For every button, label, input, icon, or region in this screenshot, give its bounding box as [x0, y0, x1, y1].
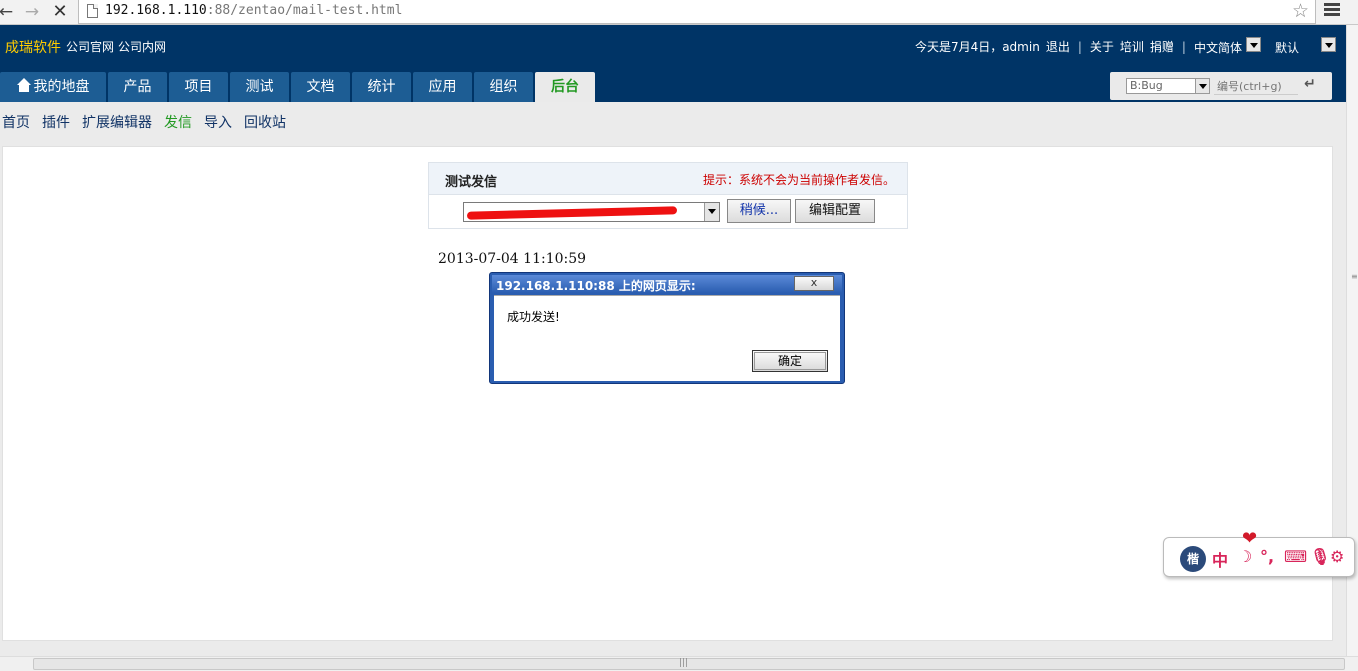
- app-header: 成瑞软件 公司官网 公司内网 今天是7月4日，admin 退出 | 关于 培训 捐…: [0, 25, 1346, 102]
- tab-report[interactable]: 统计: [352, 72, 411, 102]
- dialog-body: 成功发送! 确定: [494, 295, 840, 381]
- scroll-grip-icon: |||: [679, 658, 689, 668]
- chevron-down-icon: [704, 203, 719, 221]
- scroll-thumb[interactable]: |||: [33, 658, 1345, 670]
- tab-admin[interactable]: 后台: [535, 72, 595, 102]
- panel-header: 测试发信 提示：系统不会为当前操作者发信。: [429, 163, 907, 195]
- bookmark-star-icon[interactable]: ☆: [1292, 0, 1309, 22]
- address-bar[interactable]: 192.168.1.110:88/zentao/mail-test.html ☆: [78, 0, 1316, 24]
- browser-toolbar: ← → ✕ 192.168.1.110:88/zentao/mail-test.…: [0, 0, 1358, 25]
- brand-logo[interactable]: 成瑞软件: [5, 37, 61, 57]
- tab-app[interactable]: 应用: [413, 72, 472, 102]
- ok-button[interactable]: 确定: [752, 350, 828, 372]
- url-path: :88/zentao/mail-test.html: [206, 3, 403, 18]
- tab-label: 文档: [306, 79, 335, 95]
- logout-link[interactable]: 退出: [1046, 38, 1070, 55]
- ime-toolbar: ❤ 楷 中 ☽ °, ⌨ 🎙 ⚙: [1163, 528, 1355, 577]
- main-nav: 我的地盘 产品 项目 测试 文档 统计 应用 组织 后台: [0, 72, 597, 102]
- send-timestamp: 2013-07-04 11:10:59: [438, 251, 587, 267]
- language-select[interactable]: 中文简体: [1194, 37, 1261, 56]
- tab-label: 我的地盘: [33, 79, 90, 95]
- subnav-editor[interactable]: 扩展编辑器: [82, 112, 152, 134]
- search-type-label: B:Bug: [1130, 79, 1163, 92]
- tab-my[interactable]: 我的地盘: [0, 72, 106, 102]
- chevron-down-icon: [1245, 37, 1261, 52]
- url-host: 192.168.1.110: [105, 3, 207, 18]
- recipient-select[interactable]: [463, 202, 720, 222]
- link-intranet[interactable]: 公司内网: [118, 40, 166, 54]
- tab-label: 产品: [123, 79, 152, 95]
- chevron-down-icon: [1321, 37, 1336, 52]
- later-button[interactable]: 稍候...: [727, 199, 791, 223]
- close-icon[interactable]: x: [794, 276, 834, 291]
- search-type-select[interactable]: B:Bug: [1126, 78, 1210, 94]
- keyboard-icon[interactable]: ⌨: [1284, 547, 1307, 566]
- theme-select[interactable]: 默认: [1275, 37, 1336, 56]
- horizontal-scrollbar[interactable]: |||: [0, 656, 1358, 671]
- page-icon: [87, 4, 98, 18]
- link-official-site[interactable]: 公司官网: [66, 40, 114, 54]
- ime-punct-toggle[interactable]: °,: [1260, 547, 1274, 566]
- back-arrow-icon[interactable]: ←: [0, 2, 16, 22]
- tab-label: 测试: [245, 79, 274, 95]
- tab-label: 项目: [184, 79, 213, 95]
- panel-hint: 提示：系统不会为当前操作者发信。: [702, 173, 895, 187]
- subnav-extension[interactable]: 插件: [42, 112, 70, 134]
- theme-label: 默认: [1274, 41, 1299, 55]
- stop-icon[interactable]: ✕: [50, 2, 70, 22]
- dialog-titlebar: 192.168.1.110:88 上的网页显示: x: [492, 275, 842, 293]
- divider: |: [1077, 39, 1082, 54]
- tab-qa[interactable]: 测试: [230, 72, 289, 102]
- ime-logo[interactable]: 楷: [1180, 546, 1206, 572]
- browser-menu-icon[interactable]: [1324, 3, 1340, 19]
- panel-body: 稍候... 编辑配置: [429, 195, 907, 229]
- heart-icon: ❤: [1242, 528, 1258, 549]
- subnav-trash[interactable]: 回收站: [244, 112, 286, 134]
- donate-link[interactable]: 捐赠: [1150, 38, 1174, 55]
- quick-search: B:Bug ↵: [1110, 72, 1332, 100]
- subnav-mail[interactable]: 发信: [164, 112, 192, 134]
- divider: |: [1181, 39, 1186, 54]
- search-input[interactable]: [1214, 78, 1298, 95]
- training-link[interactable]: 培训: [1120, 38, 1144, 55]
- tab-company[interactable]: 组织: [474, 72, 533, 102]
- subnav-home[interactable]: 首页: [2, 112, 30, 134]
- moon-icon[interactable]: ☽: [1238, 547, 1252, 566]
- url-text[interactable]: 192.168.1.110:88/zentao/mail-test.html: [105, 3, 402, 18]
- forward-arrow-icon[interactable]: →: [22, 2, 42, 22]
- language-label: 中文简体: [1193, 41, 1242, 55]
- ime-mode-toggle[interactable]: 中: [1212, 547, 1228, 571]
- tab-label: 应用: [428, 79, 457, 95]
- alert-dialog: 192.168.1.110:88 上的网页显示: x 成功发送! 确定: [489, 272, 845, 384]
- greeting: 今天是7月4日，admin: [914, 40, 1040, 54]
- user-topbar: 今天是7月4日，admin 退出 | 关于 培训 捐赠 | 中文简体 默认: [915, 37, 1336, 56]
- dialog-message: 成功发送!: [507, 310, 560, 324]
- mic-icon[interactable]: 🎙: [1310, 547, 1330, 566]
- brand-links: 公司官网 公司内网: [66, 38, 170, 55]
- edit-config-button[interactable]: 编辑配置: [795, 199, 875, 223]
- tab-label: 组织: [489, 79, 518, 95]
- return-arrow-icon[interactable]: ↵: [1304, 76, 1316, 92]
- mail-test-panel: 测试发信 提示：系统不会为当前操作者发信。 稍候... 编辑配置: [428, 162, 908, 229]
- panel-title: 测试发信: [445, 175, 498, 190]
- sub-nav: 首页 插件 扩展编辑器 发信 导入 回收站: [0, 112, 296, 134]
- gear-icon[interactable]: ⚙: [1330, 547, 1344, 566]
- content-area: 测试发信 提示：系统不会为当前操作者发信。 稍候... 编辑配置 2013-07…: [2, 146, 1333, 641]
- tab-label: 统计: [367, 79, 396, 95]
- about-link[interactable]: 关于: [1090, 38, 1114, 55]
- tab-label: 后台: [551, 79, 579, 95]
- dialog-title: 192.168.1.110:88 上的网页显示:: [496, 279, 696, 293]
- scroll-grip-icon: ≡: [1351, 272, 1358, 281]
- redaction-scribble: [466, 206, 678, 220]
- tab-product[interactable]: 产品: [108, 72, 167, 102]
- tab-project[interactable]: 项目: [169, 72, 228, 102]
- chevron-down-icon: [1195, 79, 1209, 93]
- subnav-import[interactable]: 导入: [204, 112, 232, 134]
- home-icon: [16, 78, 31, 92]
- tab-doc[interactable]: 文档: [291, 72, 350, 102]
